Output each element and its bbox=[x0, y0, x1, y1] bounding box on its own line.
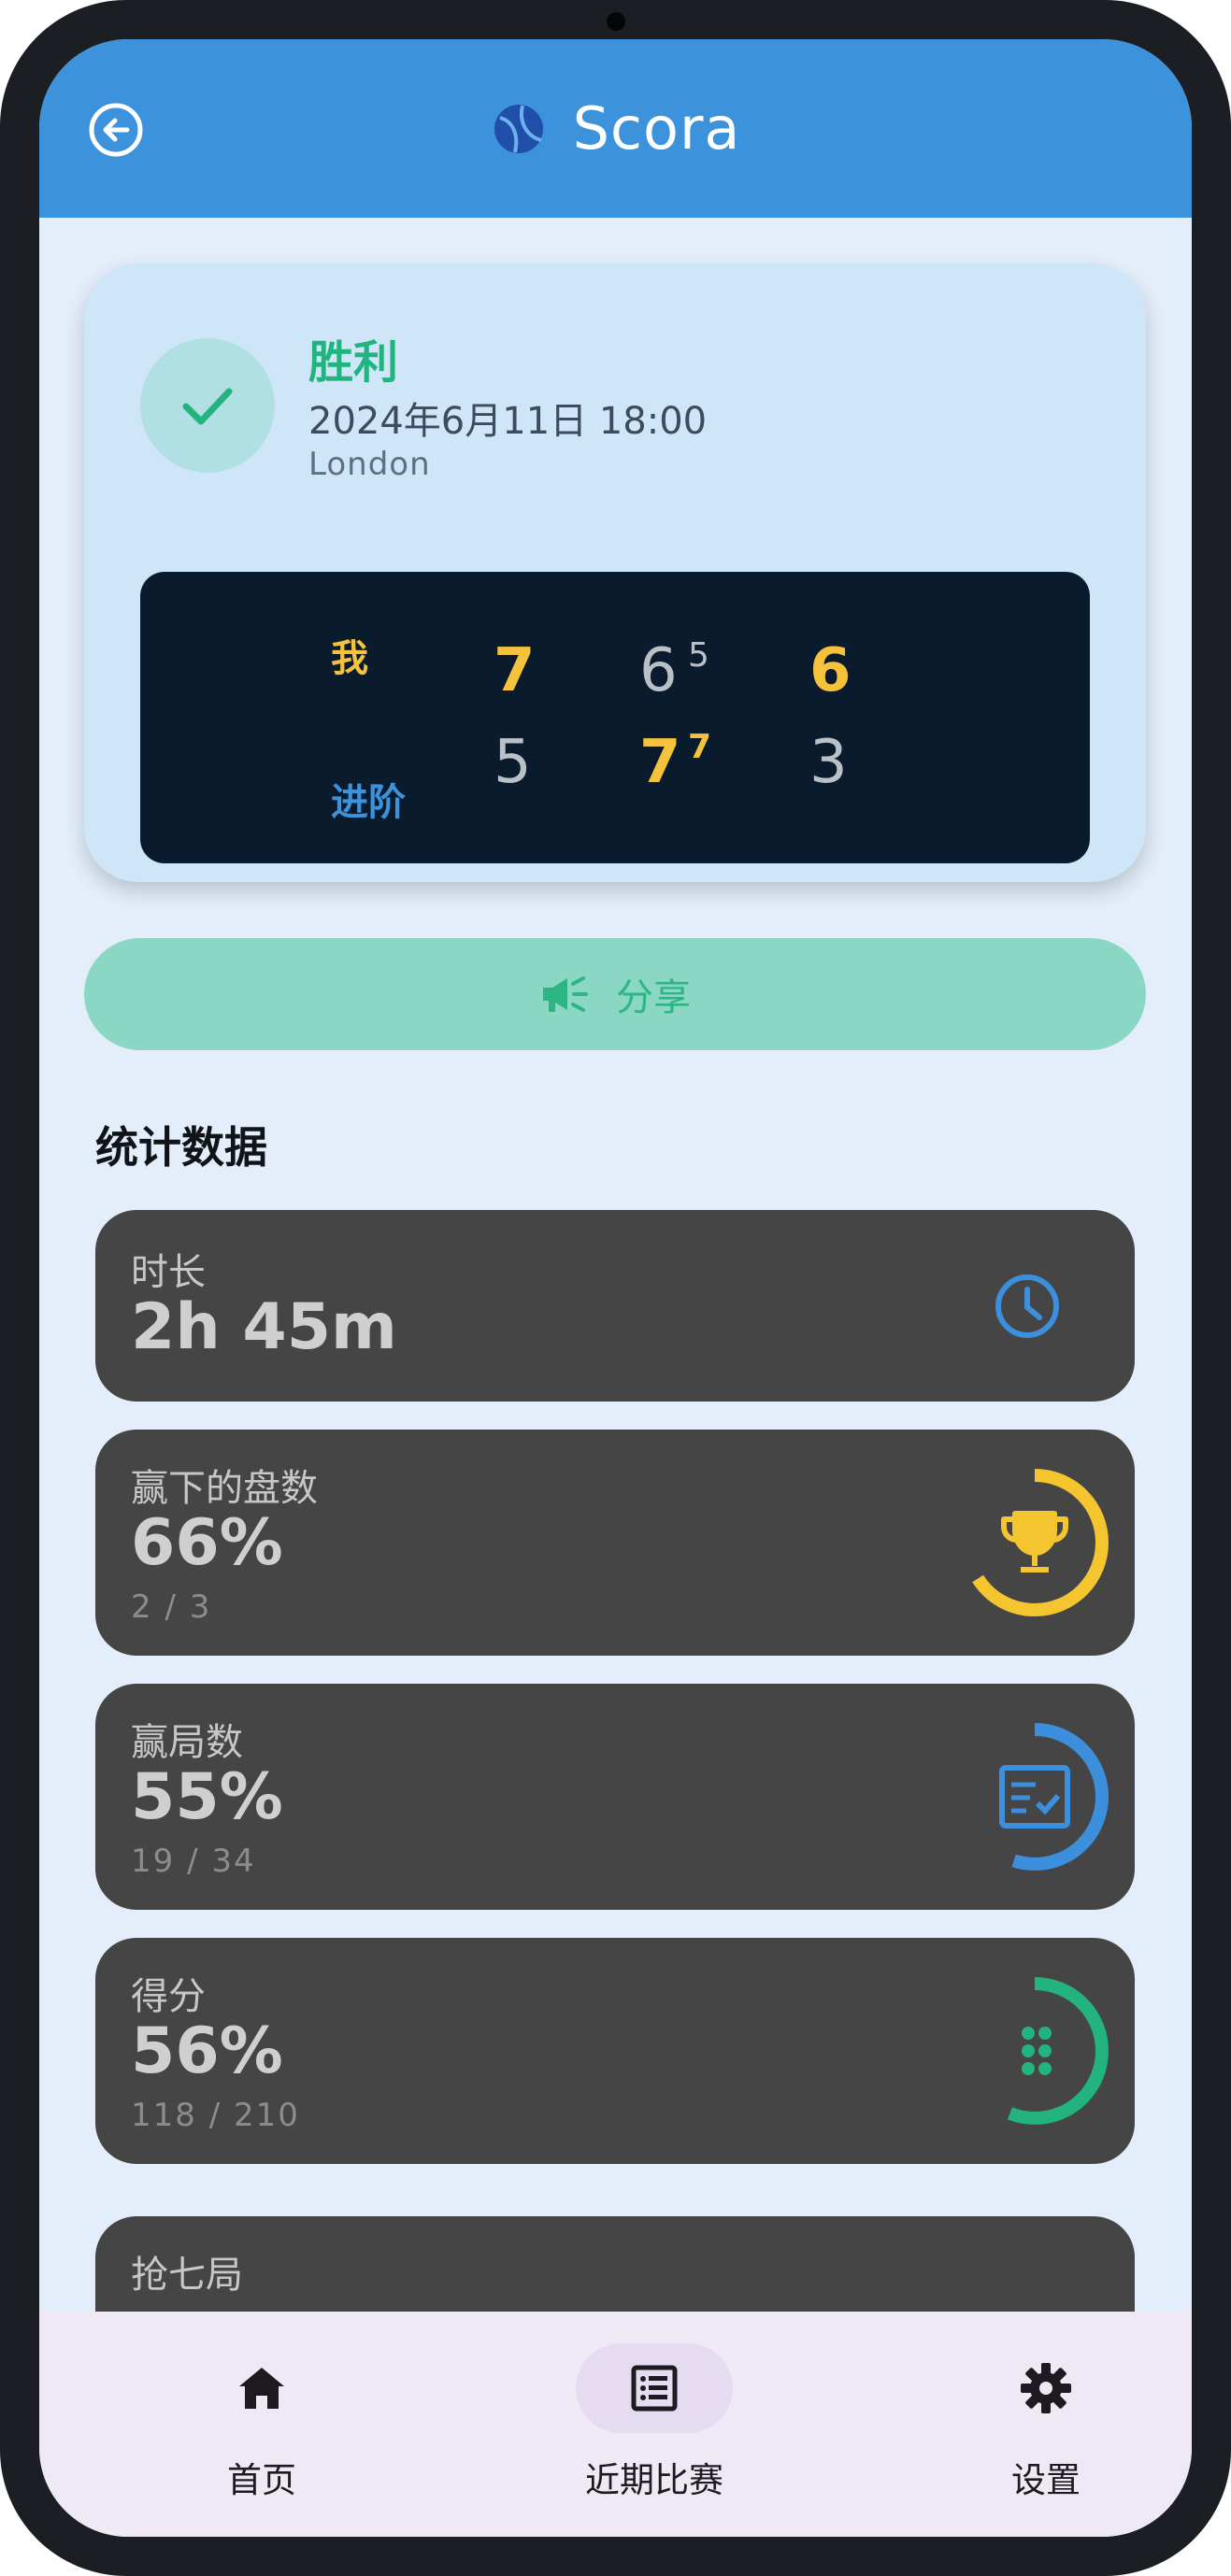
stat-card-duration: 时长 2h 45m bbox=[95, 1210, 1135, 1402]
stats-section-title: 统计数据 bbox=[95, 1122, 267, 1173]
points-label: 得分 bbox=[131, 1975, 206, 2018]
sets-won-label: 赢下的盘数 bbox=[131, 1467, 318, 1510]
set-1-p1-score: 7 bbox=[494, 636, 536, 705]
stat-card-games-won: 赢局数 55% 19 / 34 bbox=[95, 1684, 1135, 1910]
nav-item-home[interactable]: 首页 bbox=[107, 2312, 387, 2537]
brand: Scora bbox=[39, 39, 1192, 218]
result-label: 胜利 bbox=[308, 336, 399, 389]
screen: Scora 胜利 2024年6月11日 18:00 London 我 进阶 7 … bbox=[39, 39, 1192, 2537]
duration-label: 时长 bbox=[131, 1251, 206, 1294]
set-2-p2-score: 7 bbox=[639, 728, 681, 797]
scorecard-icon bbox=[999, 1765, 1070, 1829]
back-button[interactable] bbox=[88, 102, 144, 158]
match-datetime: 2024年6月11日 18:00 bbox=[308, 400, 708, 443]
share-label: 分享 bbox=[616, 976, 691, 1019]
check-icon bbox=[182, 388, 233, 425]
games-won-progress-ring bbox=[961, 1723, 1109, 1871]
bottom-navigation: 首页 近期比赛 设置 bbox=[39, 2312, 1192, 2537]
nav-pill-recent-matches bbox=[576, 2343, 733, 2433]
share-button[interactable]: 分享 bbox=[84, 938, 1146, 1050]
games-won-detail: 19 / 34 bbox=[131, 1843, 256, 1880]
trophy-icon bbox=[1001, 1511, 1068, 1573]
points-detail: 118 / 210 bbox=[131, 2097, 300, 2134]
player-1-name: 我 bbox=[331, 637, 368, 680]
nav-pill-settings bbox=[967, 2343, 1124, 2433]
set-2-p1-score: 6 bbox=[639, 636, 678, 705]
nav-item-recent-matches[interactable]: 近期比赛 bbox=[499, 2312, 780, 2537]
stat-card-sets-won: 赢下的盘数 66% 2 / 3 bbox=[95, 1430, 1135, 1656]
gear-icon bbox=[1021, 2363, 1071, 2413]
set-1-p2-score: 5 bbox=[494, 728, 532, 797]
scoreboard: 我 进阶 7 5 6 5 7 7 6 3 bbox=[140, 572, 1090, 863]
set-3-p1-score: 6 bbox=[809, 636, 852, 705]
nav-label-settings: 设置 bbox=[1011, 2460, 1081, 2500]
list-icon bbox=[631, 2365, 678, 2412]
app-bar: Scora bbox=[39, 39, 1192, 218]
home-icon bbox=[239, 2368, 284, 2409]
duration-value: 2h 45m bbox=[131, 1290, 397, 1364]
dots-icon bbox=[1022, 2027, 1052, 2075]
games-won-label: 赢局数 bbox=[131, 1721, 243, 1764]
set-3-p2-score: 3 bbox=[809, 728, 848, 797]
nav-label-home: 首页 bbox=[227, 2460, 296, 2500]
app-title: Scora bbox=[572, 94, 741, 163]
clock-icon bbox=[995, 1274, 1059, 1338]
sets-won-progress-ring bbox=[961, 1469, 1109, 1616]
tennis-ball-icon bbox=[494, 104, 543, 153]
match-venue: London bbox=[308, 446, 431, 483]
stat-card-points: 得分 56% 118 / 210 bbox=[95, 1938, 1135, 2164]
tiebreaks-label: 抢七局 bbox=[131, 2254, 243, 2297]
sets-won-value: 66% bbox=[131, 1506, 283, 1580]
nav-pill-home bbox=[183, 2343, 340, 2433]
points-value: 56% bbox=[131, 2014, 283, 2088]
result-status-badge bbox=[140, 338, 275, 473]
phone-frame: Scora 胜利 2024年6月11日 18:00 London 我 进阶 7 … bbox=[0, 0, 1231, 2576]
sets-won-detail: 2 / 3 bbox=[131, 1588, 212, 1626]
front-camera bbox=[607, 12, 625, 31]
set-2-p1-tiebreak: 5 bbox=[688, 636, 709, 675]
games-won-value: 55% bbox=[131, 1760, 283, 1834]
back-arrow-icon bbox=[89, 103, 143, 157]
match-result-card: 胜利 2024年6月11日 18:00 London 我 进阶 7 5 6 5 … bbox=[84, 263, 1146, 882]
nav-label-recent-matches: 近期比赛 bbox=[585, 2460, 723, 2500]
points-progress-ring bbox=[961, 1977, 1109, 2125]
nav-item-settings[interactable]: 设置 bbox=[891, 2312, 1171, 2537]
player-2-name: 进阶 bbox=[331, 781, 406, 824]
megaphone-icon bbox=[543, 976, 588, 1012]
set-2-p2-tiebreak: 7 bbox=[688, 728, 712, 766]
